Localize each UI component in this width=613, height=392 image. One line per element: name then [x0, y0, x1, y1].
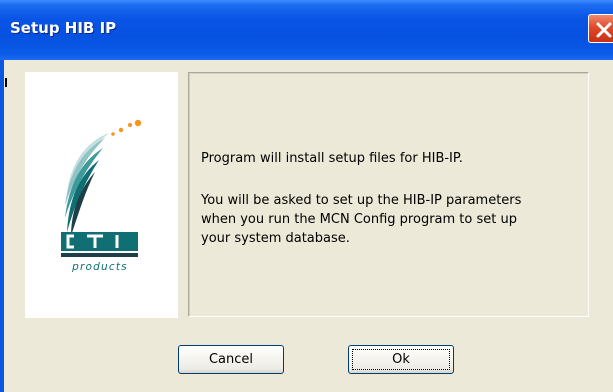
message-panel: Program will install setup files for HIB…	[188, 72, 589, 317]
instructions-line-2: when you run the MCN Config program to s…	[201, 212, 517, 227]
instructions-line-1: You will be asked to set up the HIB-IP p…	[201, 193, 522, 208]
close-button[interactable]	[588, 14, 613, 43]
setup-instructions: You will be asked to set up the HIB-IP p…	[201, 191, 521, 248]
cti-products-logo: products	[61, 119, 142, 273]
svg-text:products: products	[71, 261, 128, 273]
window-frame-left	[0, 60, 4, 392]
cancel-button[interactable]: Cancel	[178, 345, 284, 374]
ok-button[interactable]: Ok	[348, 345, 454, 374]
logo-panel: products	[25, 72, 178, 318]
setup-dialog: Setup HIB IP products Program will insta…	[0, 0, 613, 392]
install-message: Program will install setup files for HIB…	[201, 151, 463, 166]
frame-mark	[5, 78, 7, 87]
close-icon	[596, 22, 612, 38]
instructions-line-3: your system database.	[201, 231, 350, 246]
title-bar[interactable]: Setup HIB IP	[0, 0, 613, 60]
window-title: Setup HIB IP	[10, 19, 117, 37]
